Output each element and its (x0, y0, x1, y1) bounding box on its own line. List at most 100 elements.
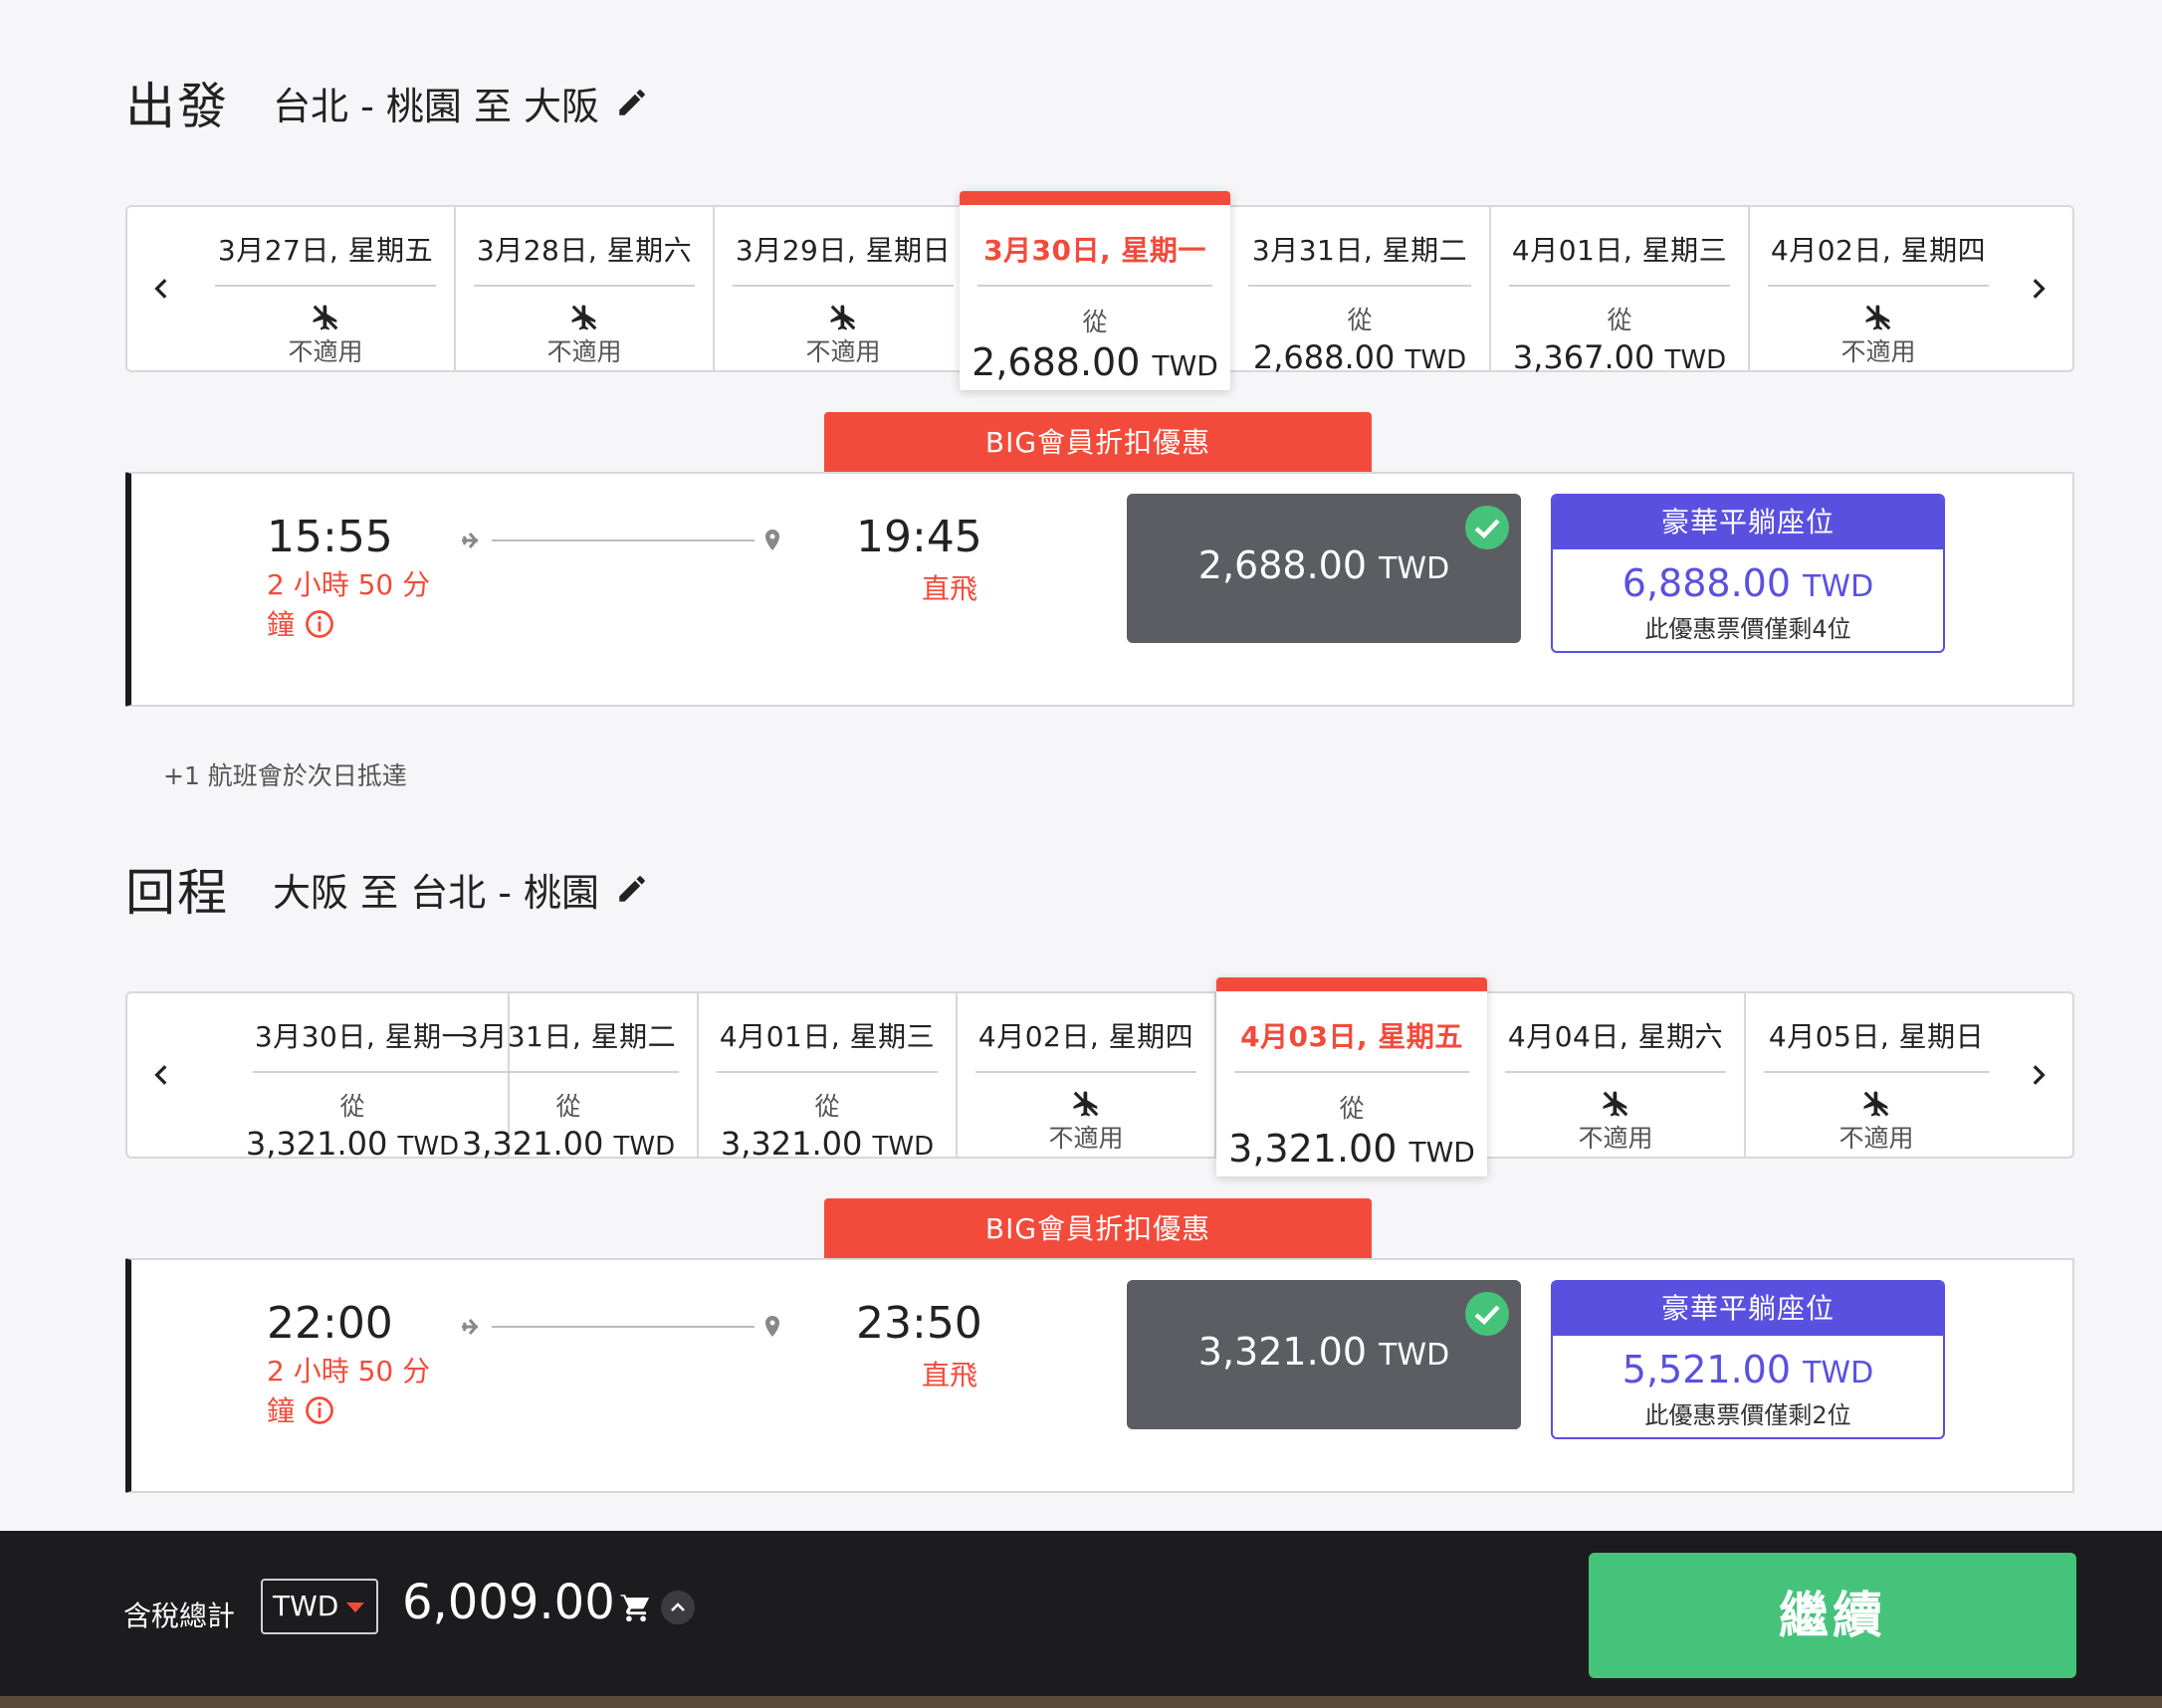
flatbed-price: 5,521.00 TWD (1622, 1348, 1874, 1391)
date-cell[interactable]: 4月01日, 星期三 從 3,367.00 TWD (1491, 205, 1750, 376)
flatbed-price: 6,888.00 TWD (1622, 561, 1874, 605)
total-amount: 6,009.00 (402, 1575, 615, 1630)
standard-fare-price: 2,688.00 TWD (1197, 543, 1450, 587)
flight-unavailable-icon (1863, 1091, 1889, 1117)
location-pin-icon (765, 1316, 779, 1337)
flight-unavailable-icon (1865, 305, 1891, 330)
from-text: 從 (1607, 306, 1632, 334)
chevron-up-icon[interactable] (661, 1591, 695, 1624)
date-price: 2,688.00 TWD (1252, 338, 1467, 376)
from-text: 從 (555, 1092, 581, 1121)
flight-unavailable-icon (571, 305, 597, 330)
standard-fare-price: 3,321.00 TWD (1197, 1330, 1450, 1374)
standard-fare-option[interactable]: 3,321.00 TWD (1127, 1280, 1521, 1429)
return-title: 回程 (125, 864, 229, 922)
date-cell[interactable]: 4月02日, 星期四 不適用 (958, 991, 1216, 1159)
cart-icon[interactable] (619, 1591, 653, 1624)
date-price: 3,367.00 TWD (1512, 338, 1727, 376)
check-circle-icon (1465, 506, 1509, 549)
chevron-right-icon (2033, 1065, 2046, 1085)
date-cell[interactable]: 4月04日, 星期六 不適用 (1487, 991, 1746, 1159)
from-text: 從 (1339, 1094, 1365, 1123)
not-available-text: 不適用 (805, 337, 881, 366)
flight-unavailable-icon (1073, 1091, 1099, 1117)
date-label: 3月31日, 星期二 (458, 1015, 679, 1073)
info-icon[interactable] (305, 609, 334, 639)
location-pin-icon (765, 530, 779, 550)
caret-down-icon (346, 1602, 364, 1612)
not-available-text: 不適用 (288, 337, 363, 366)
date-label: 3月30日, 星期一 (977, 229, 1212, 287)
flatbed-title: 豪華平躺座位 (1553, 1282, 1943, 1336)
date-cell[interactable]: 3月31日, 星期二 從 2,688.00 TWD (1230, 205, 1491, 376)
flatbed-seats-left: 此優惠票價僅剩2位 (1644, 1401, 1851, 1429)
date-label: 4月01日, 星期三 (717, 1015, 938, 1073)
date-price: 3,321.00 TWD (1228, 1127, 1475, 1171)
from-text: 從 (1082, 308, 1108, 336)
airplane-icon (462, 1319, 478, 1335)
date-cell-selected[interactable]: 4月03日, 星期五 從 3,321.00 TWD (1216, 977, 1487, 1176)
next-dates-button[interactable] (2003, 993, 2072, 1157)
date-cell[interactable]: 4月02日, 星期四 不適用 (1750, 205, 2007, 372)
date-label: 3月29日, 星期日 (733, 229, 954, 287)
depart-time: 22:00 (267, 1298, 393, 1349)
currency-select[interactable]: TWD (261, 1579, 378, 1634)
flight-unavailable-icon (1603, 1091, 1628, 1117)
date-cell[interactable]: 3月27日, 星期五 不適用 (197, 205, 456, 372)
continue-button[interactable]: 繼續 (1589, 1553, 2076, 1678)
date-cell[interactable]: 4月01日, 星期三 從 3,321.00 TWD (699, 991, 958, 1163)
prev-dates-button[interactable] (127, 207, 197, 370)
date-cell[interactable]: 3月28日, 星期六 不適用 (456, 205, 715, 372)
flatbed-fare-option[interactable]: 豪華平躺座位 6,888.00 TWD 此優惠票價僅剩4位 (1551, 494, 1945, 653)
bottom-strip (0, 1696, 2162, 1708)
edit-pencil-icon[interactable] (615, 86, 649, 119)
flight-duration: 2 小時 50 分 鐘 (267, 568, 431, 641)
next-dates-button[interactable] (2003, 207, 2072, 370)
date-label: 3月28日, 星期六 (474, 229, 695, 287)
flatbed-title: 豪華平躺座位 (1553, 496, 1943, 549)
depart-time: 15:55 (267, 512, 393, 562)
date-label: 4月02日, 星期四 (975, 1015, 1196, 1073)
date-label: 4月02日, 星期四 (1768, 229, 1989, 287)
date-cell[interactable]: 4月05日, 星期日 不適用 (1746, 991, 2007, 1159)
date-cell[interactable]: 3月29日, 星期日 不適用 (715, 205, 973, 372)
promo-tab: BIG會員折扣優惠 (824, 412, 1372, 474)
date-label: 4月04日, 星期六 (1505, 1015, 1726, 1073)
return-route: 大阪 至 台北 - 桃園 (273, 870, 600, 915)
stops-text: 直飛 (921, 1359, 977, 1391)
flight-unavailable-icon (313, 305, 338, 330)
return-header: 回程 大阪 至 台北 - 桃園 (125, 854, 649, 924)
standard-fare-option[interactable]: 2,688.00 TWD (1127, 494, 1521, 643)
date-price: 3,321.00 TWD (720, 1125, 935, 1163)
departure-header: 出發 台北 - 桃園 至 大阪 (125, 68, 649, 137)
currency-value: TWD (273, 1590, 339, 1622)
date-price: 2,688.00 TWD (972, 340, 1218, 384)
footer-bar: 含稅總計 TWD 6,009.00 繼續 (0, 1531, 2162, 1696)
return-section: 回程 大阪 至 台北 - 桃園 3月30日, 星期一 從 3,321.00 TW… (0, 786, 2162, 1612)
flatbed-seats-left: 此優惠票價僅剩4位 (1644, 615, 1851, 643)
flight-card: 15:55 2 小時 50 分 鐘 19:45 直飛 2,688.00 TWD … (125, 472, 2074, 707)
prev-dates-button[interactable] (127, 993, 197, 1157)
arrive-time: 23:50 (856, 1298, 982, 1349)
chevron-left-icon (154, 1065, 167, 1085)
date-cell-selected[interactable]: 3月30日, 星期一 從 2,688.00 TWD (960, 191, 1230, 390)
not-available-text: 不適用 (1048, 1124, 1124, 1153)
route-line (462, 1316, 779, 1337)
date-cell[interactable]: 3月31日, 星期二 從 3,321.00 TWD (440, 991, 699, 1163)
not-available-text: 不適用 (1840, 337, 1916, 366)
from-text: 從 (1347, 306, 1373, 334)
check-circle-icon (1465, 1292, 1509, 1336)
info-icon[interactable] (305, 1395, 334, 1425)
departure-title: 出發 (125, 78, 229, 135)
departure-date-bar: 3月27日, 星期五 不適用 3月28日, 星期六 不適用 3月29日, 星期日… (125, 191, 2074, 390)
chevron-right-icon (2033, 279, 2046, 299)
total-label: 含稅總計 (123, 1600, 236, 1632)
arrive-time: 19:45 (856, 512, 982, 562)
date-label: 4月01日, 星期三 (1509, 229, 1730, 287)
date-price: 3,321.00 TWD (461, 1125, 676, 1163)
not-available-text: 不適用 (1838, 1124, 1914, 1153)
date-label: 4月03日, 星期五 (1234, 1015, 1469, 1073)
not-available-text: 不適用 (546, 337, 622, 366)
flatbed-fare-option[interactable]: 豪華平躺座位 5,521.00 TWD 此優惠票價僅剩2位 (1551, 1280, 1945, 1439)
edit-pencil-icon[interactable] (615, 872, 649, 906)
